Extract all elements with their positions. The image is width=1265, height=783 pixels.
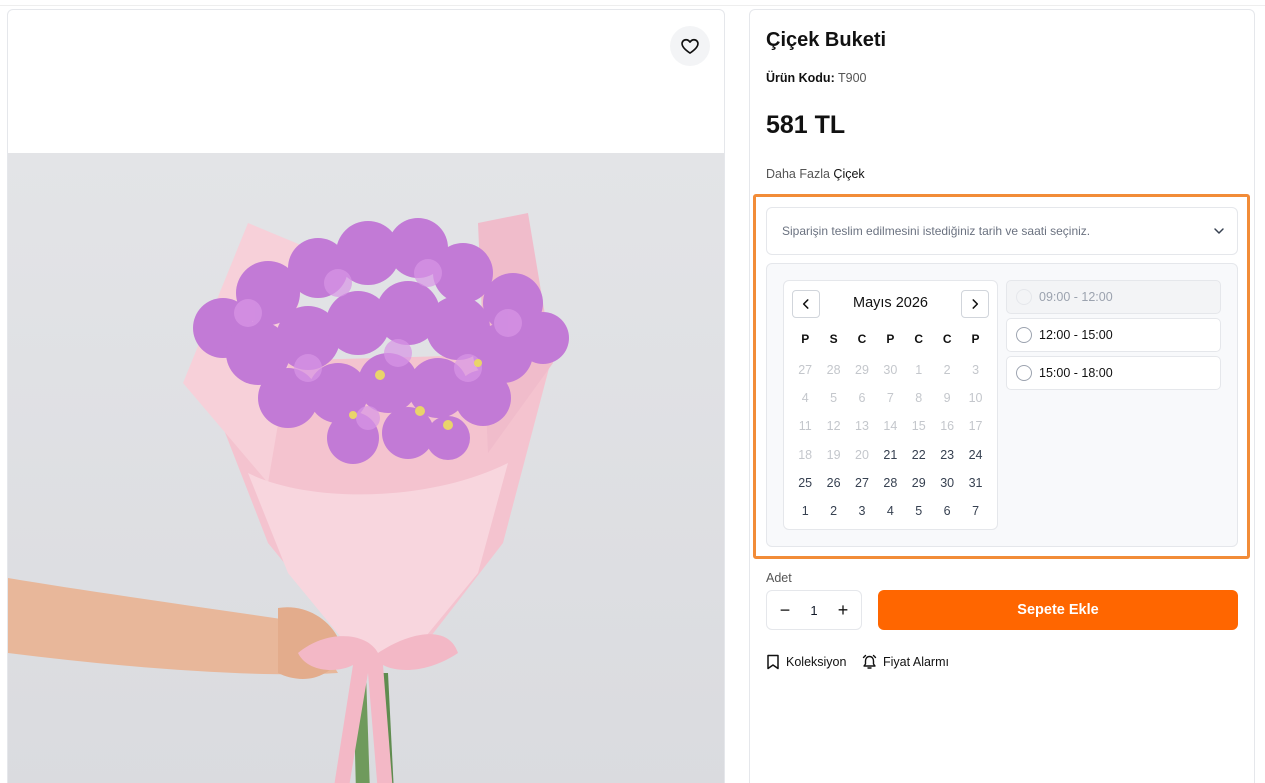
calendar-day: 5	[830, 391, 838, 406]
more-category-link[interactable]: Çiçek	[833, 167, 864, 181]
calendar-prev-button[interactable]	[792, 290, 820, 318]
calendar-day: 11	[798, 419, 812, 434]
calendar-day[interactable]: 25	[791, 469, 819, 497]
chevron-left-icon	[802, 299, 809, 309]
product-title: Çiçek Buketi	[766, 29, 887, 51]
calendar-day[interactable]: 27	[848, 469, 876, 497]
collection-label: Koleksiyon	[786, 655, 847, 669]
product-code-value: T900	[837, 71, 867, 85]
calendar-day: 17	[968, 419, 983, 434]
calendar-day[interactable]: 23	[933, 441, 961, 469]
quantity-label: Adet	[766, 571, 792, 585]
calendar: Mayıs 2026 P S C P C C P 27 28 29 30 1 2 3 4 5 6 7 8 9 10 11 1…	[783, 280, 998, 530]
calendar-day: 2	[943, 363, 951, 377]
alarm-icon	[862, 654, 877, 669]
quantity-minus-button[interactable]: −	[777, 600, 793, 621]
time-slot[interactable]: 09:00 - 12:00	[1006, 280, 1221, 314]
calendar-grid: P S C P C C P 27 28 29 30 1 2 3 4 5 6 7 8 9 10 11 12 13 14 15 16 17…	[791, 328, 991, 525]
product-image-card	[7, 9, 725, 783]
calendar-day: 20	[855, 447, 869, 462]
calendar-day[interactable]: 2	[819, 497, 847, 525]
slot-label: 12:00 - 15:00	[1039, 328, 1113, 342]
calendar-day: 29	[855, 363, 869, 377]
calendar-day[interactable]: 24	[961, 441, 989, 469]
calendar-weekday: C	[942, 332, 952, 346]
calendar-day: 27	[798, 363, 813, 377]
delivery-date-select[interactable]: Siparişin teslim edilmesini istediğiniz …	[766, 207, 1238, 255]
slot-label: 15:00 - 18:00	[1039, 366, 1113, 380]
calendar-day[interactable]: 1	[791, 497, 819, 525]
calendar-weekday: P	[801, 332, 810, 346]
add-to-cart-button[interactable]: Sepete Ekle	[878, 590, 1238, 630]
more-products: Daha Fazla Çiçek	[766, 167, 865, 181]
product-price: 581 TL	[766, 111, 846, 139]
calendar-day: 28	[826, 363, 841, 377]
quantity-plus-button[interactable]: +	[835, 600, 851, 621]
slot-label: 09:00 - 12:00	[1039, 290, 1113, 304]
favorite-button[interactable]	[670, 26, 710, 66]
calendar-day[interactable]: 7	[961, 497, 989, 525]
time-slot[interactable]: 12:00 - 15:00	[1006, 318, 1221, 352]
calendar-month-label: Mayıs 2026	[853, 295, 928, 311]
calendar-day[interactable]: 29	[905, 469, 933, 497]
product-code: Ürün Kodu: T900	[766, 71, 866, 85]
calendar-day: 4	[801, 391, 809, 406]
price-alarm-button[interactable]: Fiyat Alarmı	[862, 654, 949, 670]
calendar-day: 3	[972, 363, 980, 377]
calendar-day[interactable]: 22	[905, 441, 933, 469]
quantity-stepper[interactable]: − 1 +	[766, 590, 862, 630]
calendar-day[interactable]: 31	[961, 469, 989, 497]
calendar-day[interactable]: 4	[876, 497, 904, 525]
calendar-weekday: S	[829, 332, 838, 346]
calendar-day[interactable]: 26	[819, 469, 847, 497]
bookmark-icon	[767, 654, 779, 670]
price-alarm-label: Fiyat Alarmı	[883, 655, 949, 669]
calendar-day: 6	[858, 391, 866, 406]
product-photo	[8, 153, 724, 783]
calendar-next-button[interactable]	[961, 290, 989, 318]
calendar-weekday: P	[971, 332, 980, 346]
calendar-weekday: C	[914, 332, 924, 346]
time-slot[interactable]: 15:00 - 18:00	[1006, 356, 1221, 390]
quantity-value[interactable]: 1	[810, 603, 817, 618]
slot-radio	[1016, 365, 1032, 381]
calendar-day: 1	[915, 363, 923, 377]
product-info-card: Çiçek Buketi Ürün Kodu: T900 581 TL Daha…	[749, 9, 1255, 783]
calendar-day[interactable]: 28	[876, 469, 904, 497]
slot-radio	[1016, 289, 1032, 305]
calendar-day[interactable]: 5	[905, 497, 933, 525]
calendar-day: 19	[826, 447, 841, 462]
calendar-day[interactable]: 30	[933, 469, 961, 497]
chevron-right-icon	[972, 299, 979, 309]
calendar-day: 13	[855, 419, 869, 434]
calendar-day: 7	[886, 391, 894, 406]
calendar-day[interactable]: 3	[848, 497, 876, 525]
calendar-day: 10	[968, 391, 983, 406]
calendar-day: 18	[798, 447, 813, 462]
calendar-weekday: C	[857, 332, 867, 346]
calendar-day[interactable]: 21	[876, 441, 904, 469]
delivery-date-placeholder: Siparişin teslim edilmesini istediğiniz …	[782, 224, 1091, 238]
calendar-day: 12	[826, 419, 841, 434]
calendar-weekday: P	[886, 332, 895, 346]
calendar-day: 30	[883, 363, 898, 377]
product-code-label: Ürün Kodu:	[766, 71, 835, 85]
calendar-day: 16	[940, 419, 955, 434]
calendar-day: 15	[911, 419, 926, 434]
slot-radio	[1016, 327, 1032, 343]
calendar-day[interactable]: 6	[933, 497, 961, 525]
delivery-picker: Mayıs 2026 P S C P C C P 27 28 29 30 1 2 3 4 5 6 7 8 9 10 11 1…	[766, 263, 1238, 547]
calendar-day: 14	[883, 419, 898, 434]
heart-icon	[681, 38, 699, 54]
collection-button[interactable]: Koleksiyon	[766, 654, 846, 670]
calendar-day: 8	[915, 391, 923, 406]
calendar-day: 9	[943, 391, 951, 406]
top-divider	[0, 5, 1265, 6]
more-prefix: Daha Fazla	[766, 167, 830, 181]
chevron-down-icon	[1214, 228, 1224, 234]
